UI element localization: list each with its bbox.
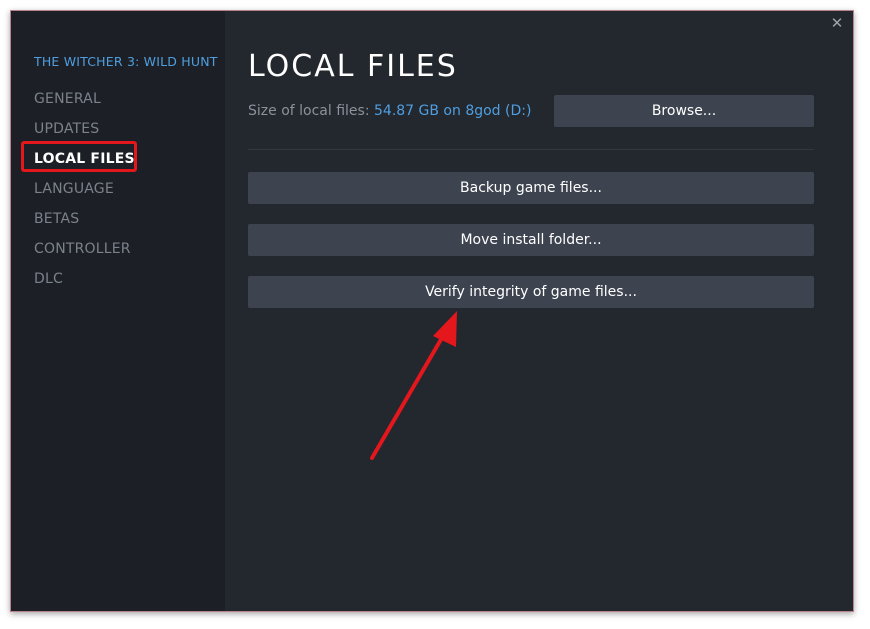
sidebar-item-general[interactable]: GENERAL [34,91,101,107]
game-title: THE WITCHER 3: WILD HUNT [34,54,218,69]
backup-game-files-button[interactable]: Backup game files... [248,172,814,204]
move-install-folder-button[interactable]: Move install folder... [248,224,814,256]
size-info: Size of local files: 54.87 GB on 8god (D… [248,103,531,119]
highlight-box [21,141,137,172]
browse-button[interactable]: Browse... [554,95,814,127]
sidebar-item-dlc[interactable]: DLC [34,271,63,287]
size-label: Size of local files: [248,103,370,119]
sidebar-item-updates[interactable]: UPDATES [34,121,99,137]
sidebar-item-language[interactable]: LANGUAGE [34,181,114,197]
verify-integrity-button[interactable]: Verify integrity of game files... [248,276,814,308]
page-title: LOCAL FILES [248,49,458,84]
close-icon[interactable]: ✕ [829,15,845,31]
sidebar-item-controller[interactable]: CONTROLLER [34,241,131,257]
divider [248,149,814,150]
size-value: 54.87 GB on 8god (D:) [374,103,532,119]
properties-window: THE WITCHER 3: WILD HUNT GENERAL UPDATES… [10,10,854,612]
sidebar: THE WITCHER 3: WILD HUNT GENERAL UPDATES… [11,11,225,611]
sidebar-item-betas[interactable]: BETAS [34,211,79,227]
